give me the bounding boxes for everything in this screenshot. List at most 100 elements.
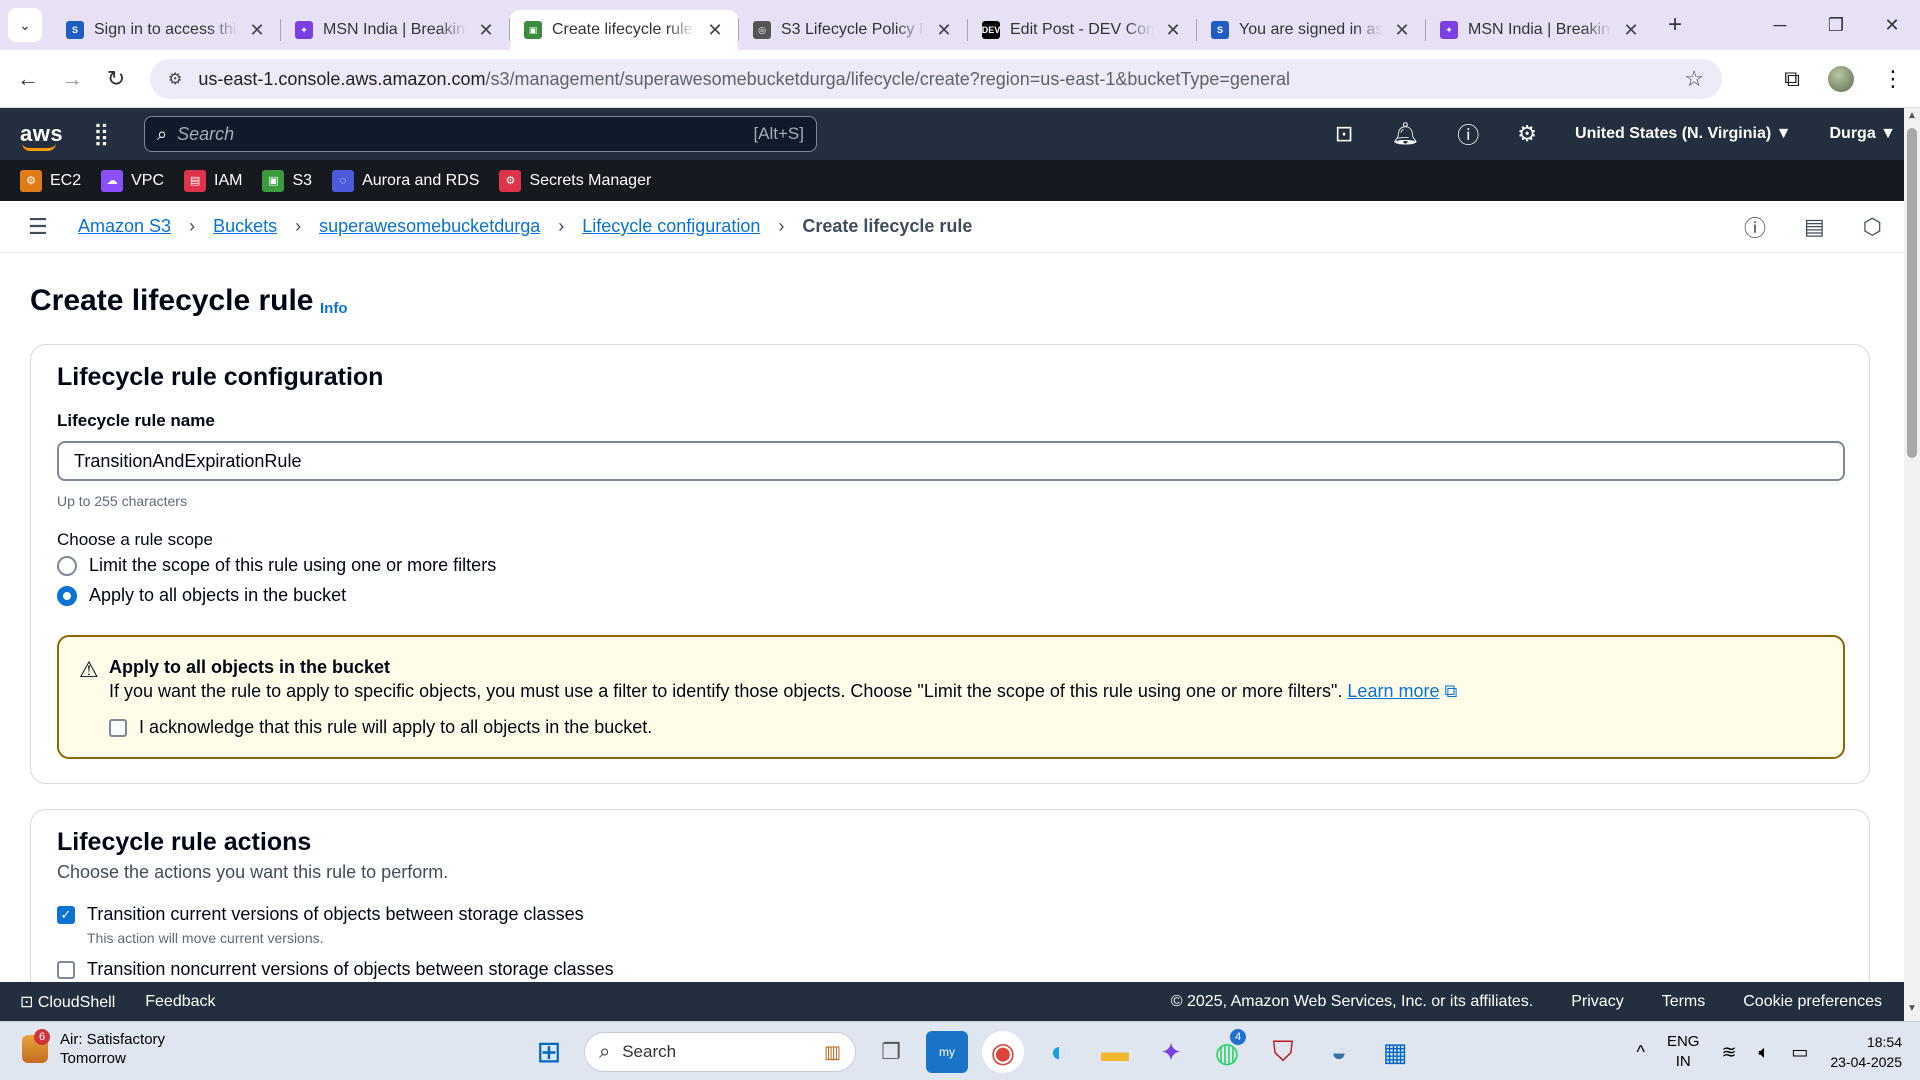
scope-option-all[interactable]: Apply to all objects in the bucket	[57, 585, 346, 606]
privacy-link[interactable]: Privacy	[1571, 993, 1623, 1011]
external-link-icon[interactable]: ⧉	[1445, 681, 1458, 701]
browser-tab[interactable]: S You are signed in as ✕	[1197, 10, 1425, 50]
browser-tab[interactable]: ▣ Create lifecycle rule - ✕	[510, 10, 738, 50]
tab-close-icon[interactable]: ✕	[1393, 20, 1411, 41]
acknowledge-row[interactable]: I acknowledge that this rule will apply …	[109, 717, 652, 738]
tray-overflow-chevron-icon[interactable]: ^	[1636, 1042, 1644, 1063]
restore-button[interactable]: ❐	[1808, 0, 1864, 50]
tab-close-icon[interactable]: ✕	[477, 20, 495, 41]
scope-option-filter[interactable]: Limit the scope of this rule using one o…	[57, 555, 496, 576]
bookmark-star-icon[interactable]: ☆	[1684, 66, 1704, 92]
profile-avatar[interactable]	[1828, 66, 1854, 92]
terms-link[interactable]: Terms	[1662, 993, 1706, 1011]
minimize-button[interactable]: ─	[1752, 0, 1808, 50]
side-nav-toggle-icon[interactable]: ☰	[28, 214, 52, 240]
settings-gear-icon[interactable]: ⚙	[1517, 121, 1537, 147]
cookie-preferences-link[interactable]: Cookie preferences	[1743, 993, 1882, 1011]
favorite-service-link[interactable]: ⚙ Secrets Manager	[499, 169, 651, 192]
battery-icon[interactable]: ▭	[1791, 1042, 1808, 1063]
wifi-icon[interactable]: ≋	[1721, 1042, 1736, 1063]
tab-close-icon[interactable]: ✕	[706, 20, 724, 41]
tab-close-icon[interactable]: ✕	[1164, 20, 1182, 41]
start-button-icon[interactable]: ⊞	[528, 1031, 570, 1073]
radio-apply-all[interactable]	[57, 585, 77, 606]
weather-subtitle: Tomorrow	[60, 1050, 126, 1067]
breadcrumb-link[interactable]: Buckets	[213, 216, 277, 237]
favorite-service-link[interactable]: ▣ S3	[262, 169, 312, 192]
transition-noncurrent-checkbox[interactable]	[57, 960, 75, 979]
edge-icon[interactable]: ◐	[1038, 1031, 1080, 1073]
url-field[interactable]: ⚙ us-east-1.console.aws.amazon.com/s3/ma…	[150, 59, 1722, 99]
tab-close-icon[interactable]: ✕	[248, 20, 266, 41]
copilot-icon[interactable]: ✦	[1150, 1031, 1192, 1073]
mysql-workbench-icon[interactable]: my	[926, 1031, 968, 1073]
action-transition-current[interactable]: ✓ Transition current versions of objects…	[57, 904, 584, 925]
browser-menu-icon[interactable]: ⋮	[1882, 66, 1904, 92]
info-link[interactable]: Info	[320, 300, 348, 317]
help-icon[interactable]: ⓘ	[1457, 118, 1479, 150]
scrollbar-thumb[interactable]	[1907, 128, 1917, 458]
new-tab-button[interactable]: +	[1668, 11, 1682, 39]
region-selector[interactable]: United States (N. Virginia) ▼	[1575, 125, 1791, 143]
address-bar: ← → ↻ ⚙ us-east-1.console.aws.amazon.com…	[0, 50, 1920, 108]
feedback-link[interactable]: Feedback	[145, 993, 215, 1011]
forward-button[interactable]: →	[50, 66, 94, 92]
breadcrumb-link[interactable]: superawesomebucketdurga	[319, 216, 540, 237]
back-button[interactable]: ←	[6, 66, 50, 92]
reload-button[interactable]: ↻	[94, 66, 138, 92]
tab-close-icon[interactable]: ✕	[935, 20, 953, 41]
browser-tab[interactable]: ◎ S3 Lifecycle Policy Im ✕	[739, 10, 967, 50]
chrome-icon[interactable]: ◉	[982, 1031, 1024, 1073]
favorite-service-link[interactable]: ☁ VPC	[101, 169, 164, 192]
task-view-icon[interactable]: ❐	[870, 1031, 912, 1073]
warning-alert: ⚠ Apply to all objects in the bucket If …	[57, 635, 1845, 759]
favorite-service-link[interactable]: ⚙ EC2	[20, 169, 81, 192]
close-window-button[interactable]: ✕	[1864, 0, 1920, 50]
tab-search-button[interactable]: ⌄	[8, 8, 42, 42]
notifications-bell-icon[interactable]: 🔔︎	[1391, 121, 1419, 147]
python-icon[interactable]: ◒	[1318, 1031, 1360, 1073]
extensions-icon[interactable]: ⧉	[1784, 66, 1800, 92]
favorite-service-link[interactable]: ◌ Aurora and RDS	[332, 169, 479, 192]
breadcrumb-link[interactable]: Amazon S3	[78, 216, 171, 237]
cloudshell-icon[interactable]: ⊡	[1335, 121, 1353, 147]
radio-limit-scope[interactable]	[57, 555, 77, 576]
warning-triangle-icon: ⚠	[79, 657, 99, 682]
browser-tab[interactable]: DEV Edit Post - DEV Comm ✕	[968, 10, 1196, 50]
mcafee-icon[interactable]: ⛉	[1262, 1031, 1304, 1073]
weather-title: Air: Satisfactory	[60, 1031, 166, 1048]
account-menu[interactable]: Durga ▼	[1829, 125, 1896, 143]
volume-icon[interactable]: 🔈︎	[1759, 1042, 1770, 1063]
services-grid-icon[interactable]: ⣿	[93, 121, 109, 147]
store-icon[interactable]: ▦	[1374, 1031, 1416, 1073]
file-explorer-icon[interactable]: ▬	[1094, 1031, 1136, 1073]
cloudshell-footer-button[interactable]: ⊡ CloudShell	[20, 992, 115, 1012]
aws-search-input[interactable]: ⌕ Search [Alt+S]	[144, 116, 817, 152]
info-panel-icon[interactable]: ⓘ	[1744, 211, 1766, 243]
aws-logo[interactable]: aws	[20, 121, 63, 151]
site-info-icon[interactable]: ⚙	[168, 69, 182, 89]
feedback-hex-icon[interactable]: ⬡	[1863, 214, 1882, 240]
breadcrumb-link[interactable]: Lifecycle configuration	[582, 216, 760, 237]
whatsapp-icon[interactable]: ◍ 4	[1206, 1029, 1248, 1073]
scroll-down-arrow-icon[interactable]: ▼	[1904, 1003, 1920, 1019]
browser-tab[interactable]: ✦ MSN India | Breaking ✕	[281, 10, 509, 50]
transition-current-checkbox[interactable]: ✓	[57, 905, 75, 924]
service-favorites-bar: ⚙ EC2 ☁ VPC ▤ IAM ▣ S3 ◌ Aurora and RDS ⚙ Secrets M…	[0, 160, 1920, 201]
notes-panel-icon[interactable]: ▤	[1804, 214, 1825, 240]
favorite-service-link[interactable]: ▤ IAM	[184, 169, 242, 192]
taskbar-search[interactable]: ⌕ Search ▥	[584, 1032, 856, 1072]
browser-tab[interactable]: S Sign in to access this ✕	[52, 10, 280, 50]
tab-close-icon[interactable]: ✕	[1622, 20, 1640, 41]
page-scrollbar[interactable]: ▲ ▼	[1904, 108, 1920, 1021]
language-indicator[interactable]: ENG IN	[1667, 1032, 1700, 1072]
browser-tab[interactable]: ✦ MSN India | Breaking ✕	[1426, 10, 1654, 50]
scroll-up-arrow-icon[interactable]: ▲	[1904, 110, 1920, 126]
weather-widget[interactable]: 6 Air: Satisfactory Tomorrow	[22, 1029, 166, 1068]
rule-name-input[interactable]	[57, 441, 1845, 481]
action-transition-noncurrent[interactable]: Transition noncurrent versions of object…	[57, 959, 614, 980]
radio-limit-scope-label: Limit the scope of this rule using one o…	[89, 555, 497, 575]
clock[interactable]: 18:54 23-04-2025	[1830, 1032, 1902, 1072]
acknowledge-checkbox[interactable]	[109, 718, 127, 737]
learn-more-link[interactable]: Learn more	[1347, 681, 1439, 701]
